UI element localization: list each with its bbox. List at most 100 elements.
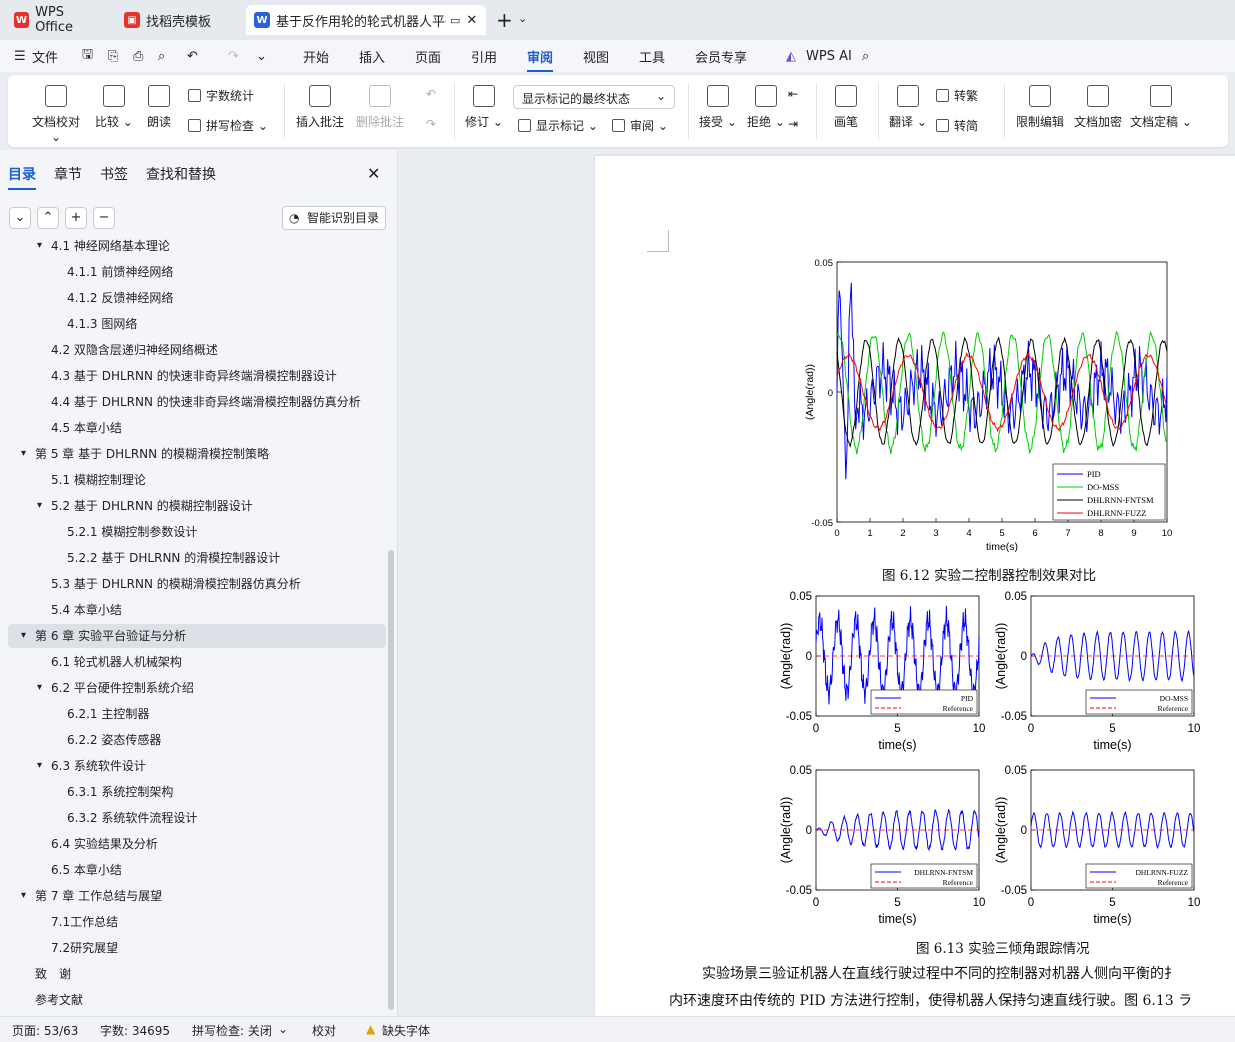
compare-button[interactable]: 比较 ⌄ bbox=[94, 85, 134, 130]
preview-icon[interactable]: ⌕ bbox=[158, 49, 165, 64]
expand-icon[interactable]: ⌄ bbox=[9, 207, 31, 229]
proof-status[interactable]: 校对 bbox=[312, 1022, 336, 1039]
to-traditional-button[interactable]: 转繁 bbox=[936, 87, 978, 104]
toc-item[interactable]: ▾ 第 5 章 基于 DHLRNN 的模糊滑模控制策略 bbox=[0, 442, 386, 466]
missing-font-status[interactable]: 缺失字体 bbox=[382, 1022, 430, 1039]
toc-item[interactable]: 4.1.2 反馈神经网络 bbox=[0, 286, 386, 310]
revise-button[interactable]: 修订 ⌄ bbox=[462, 85, 506, 130]
spellcheck-status[interactable]: 拼写检查: 关闭 bbox=[192, 1022, 272, 1039]
restrict-edit-button[interactable]: 限制编辑 bbox=[1012, 85, 1068, 130]
delete-comment-button[interactable]: 删除批注 bbox=[352, 85, 408, 130]
toc-item[interactable]: ▾ 第 7 章 工作总结与展望 bbox=[0, 884, 386, 908]
remove-level-icon[interactable]: − bbox=[93, 207, 115, 229]
smart-toc-button[interactable]: ◔ 智能识别目录 bbox=[282, 206, 386, 230]
toc-item[interactable]: ▾ 6.3 系统软件设计 bbox=[0, 754, 386, 778]
hamburger-icon[interactable]: ☰ bbox=[14, 49, 26, 64]
toc-item[interactable]: 5.2.1 模糊控制参数设计 bbox=[0, 520, 386, 544]
finalize-button[interactable]: 文档定稿 ⌄ bbox=[1128, 85, 1194, 130]
tab-bookmarks[interactable]: 书签 bbox=[100, 164, 128, 190]
toc-item[interactable]: ▾ 第 6 章 实验平台验证与分析 bbox=[8, 624, 386, 648]
toc-item[interactable]: 4.4 基于 DHLRNN 的快速非奇异终端滑模控制器仿真分析 bbox=[0, 390, 386, 414]
tab-template[interactable]: ▣ 找稻壳模板 bbox=[116, 5, 240, 35]
menu-file[interactable]: 文件 bbox=[32, 47, 58, 66]
tab-find-replace[interactable]: 查找和替换 bbox=[146, 164, 216, 190]
tab-document[interactable]: W 基于反作用轮的轮式机器人平衡 ▭ ✕ bbox=[246, 5, 486, 35]
chevron-down-icon[interactable]: ▾ bbox=[21, 442, 26, 466]
menu-reference[interactable]: 引用 bbox=[471, 47, 497, 66]
tab-wps-office[interactable]: W WPS Office bbox=[6, 5, 110, 35]
more-icon[interactable]: ⌄ bbox=[256, 49, 267, 64]
word-count-button[interactable]: 字数统计 bbox=[188, 87, 254, 104]
show-marks-button[interactable]: 显示标记 ⌄ bbox=[518, 117, 598, 134]
close-icon[interactable]: ✕ bbox=[466, 13, 477, 28]
toc-item[interactable]: 4.2 双隐含层递归神经网络概述 bbox=[0, 338, 386, 362]
toc-item[interactable]: 4.1.1 前馈神经网络 bbox=[0, 260, 386, 284]
save-icon[interactable]: 🖫 bbox=[82, 45, 93, 67]
chevron-down-icon[interactable]: ▾ bbox=[37, 676, 42, 700]
menu-page[interactable]: 页面 bbox=[415, 47, 441, 66]
undo-icon[interactable]: ↶ bbox=[187, 49, 198, 64]
toc-item[interactable]: 4.3 基于 DHLRNN 的快速非奇异终端滑模控制器设计 bbox=[0, 364, 386, 388]
toc-item[interactable]: 6.3.2 系统软件流程设计 bbox=[0, 806, 386, 830]
menu-insert[interactable]: 插入 bbox=[359, 47, 385, 66]
chevron-down-icon[interactable]: ▾ bbox=[21, 884, 26, 908]
toc-item[interactable]: 参考文献 bbox=[0, 988, 386, 1012]
insert-comment-button[interactable]: 插入批注 bbox=[292, 85, 348, 130]
menu-view[interactable]: 视图 bbox=[583, 47, 609, 66]
collapse-icon[interactable]: ⌃ bbox=[37, 207, 59, 229]
pen-button[interactable]: 画笔 bbox=[826, 85, 866, 130]
chevron-down-icon[interactable]: ▾ bbox=[37, 494, 42, 518]
scrollbar[interactable] bbox=[388, 550, 394, 1010]
chevron-down-icon[interactable]: ⌄ bbox=[518, 12, 527, 25]
prev-revision-icon[interactable]: ⇤ bbox=[788, 87, 798, 101]
add-level-icon[interactable]: + bbox=[65, 207, 87, 229]
to-simplified-button[interactable]: 转简 bbox=[936, 117, 978, 134]
review-pane-button[interactable]: 审阅 ⌄ bbox=[612, 117, 668, 134]
toc-item[interactable]: ▾ 5.2 基于 DHLRNN 的模糊控制器设计 bbox=[0, 494, 386, 518]
read-aloud-button[interactable]: 朗读 bbox=[142, 85, 176, 130]
word-count[interactable]: 字数: 34695 bbox=[100, 1022, 170, 1039]
search-icon[interactable]: ⌕ bbox=[862, 49, 869, 64]
toc-item[interactable]: 7.2研究展望 bbox=[0, 936, 386, 960]
toc-item[interactable]: 致 谢 bbox=[0, 962, 386, 986]
menu-wps-ai[interactable]: WPS AI bbox=[806, 49, 852, 64]
chevron-down-icon[interactable]: ▾ bbox=[37, 238, 42, 258]
toc-item[interactable]: ▾ 4.1 神经网络基本理论 bbox=[0, 238, 386, 258]
reject-button[interactable]: 拒绝 ⌄ bbox=[744, 85, 788, 130]
toc-item[interactable]: 4.1.3 图网络 bbox=[0, 312, 386, 336]
chevron-down-icon[interactable]: ▾ bbox=[21, 624, 26, 648]
toc-item[interactable]: 7.1工作总结 bbox=[0, 910, 386, 934]
menu-member[interactable]: 会员专享 bbox=[695, 47, 747, 66]
toc-item[interactable]: 4.5 本章小结 bbox=[0, 416, 386, 440]
toc-item[interactable]: 5.2.2 基于 DHLRNN 的滑模控制器设计 bbox=[0, 546, 386, 570]
page-indicator[interactable]: 页面: 53/63 bbox=[12, 1022, 78, 1039]
proofread-button[interactable]: 文档校对 ⌄ bbox=[26, 85, 86, 144]
redo-icon[interactable]: ↷ bbox=[228, 49, 239, 64]
toc-item[interactable]: 6.2.2 姿态传感器 bbox=[0, 728, 386, 752]
next-comment-icon[interactable]: ↷ bbox=[426, 117, 436, 131]
next-revision-icon[interactable]: ⇥ bbox=[788, 117, 798, 131]
new-tab-icon[interactable]: + bbox=[496, 8, 513, 32]
toc-item[interactable]: 6.5 本章小结 bbox=[0, 858, 386, 882]
menu-tools[interactable]: 工具 bbox=[639, 47, 665, 66]
translate-button[interactable]: 翻译 ⌄ bbox=[886, 85, 930, 130]
spellcheck-button[interactable]: 拼写检查 ⌄ bbox=[188, 117, 268, 134]
toc-item[interactable]: 6.3.1 系统控制架构 bbox=[0, 780, 386, 804]
print-icon[interactable]: ⎙ bbox=[133, 49, 143, 64]
accept-button[interactable]: 接受 ⌄ bbox=[696, 85, 740, 130]
toc-item[interactable]: 5.1 模糊控制理论 bbox=[0, 468, 386, 492]
menu-start[interactable]: 开始 bbox=[303, 47, 329, 66]
toc-item[interactable]: 5.4 本章小结 bbox=[0, 598, 386, 622]
tab-toc[interactable]: 目录 bbox=[8, 164, 36, 190]
export-icon[interactable]: ⎘ bbox=[108, 49, 118, 64]
close-icon[interactable]: ✕ bbox=[367, 164, 380, 183]
toc-item[interactable]: 6.1 轮式机器人机械架构 bbox=[0, 650, 386, 674]
encrypt-button[interactable]: 文档加密 bbox=[1070, 85, 1126, 130]
prev-comment-icon[interactable]: ↶ bbox=[426, 87, 436, 101]
markup-state-select[interactable]: 显示标记的最终状态 ⌄ bbox=[513, 85, 675, 109]
menu-review[interactable]: 审阅 bbox=[527, 47, 554, 72]
chevron-down-icon[interactable]: ▾ bbox=[37, 754, 42, 778]
toc-item[interactable]: ▾ 6.2 平台硬件控制系统介绍 bbox=[0, 676, 386, 700]
toc-item[interactable]: 5.3 基于 DHLRNN 的模糊滑模控制器仿真分析 bbox=[0, 572, 386, 596]
toc-item[interactable]: 6.4 实验结果及分析 bbox=[0, 832, 386, 856]
